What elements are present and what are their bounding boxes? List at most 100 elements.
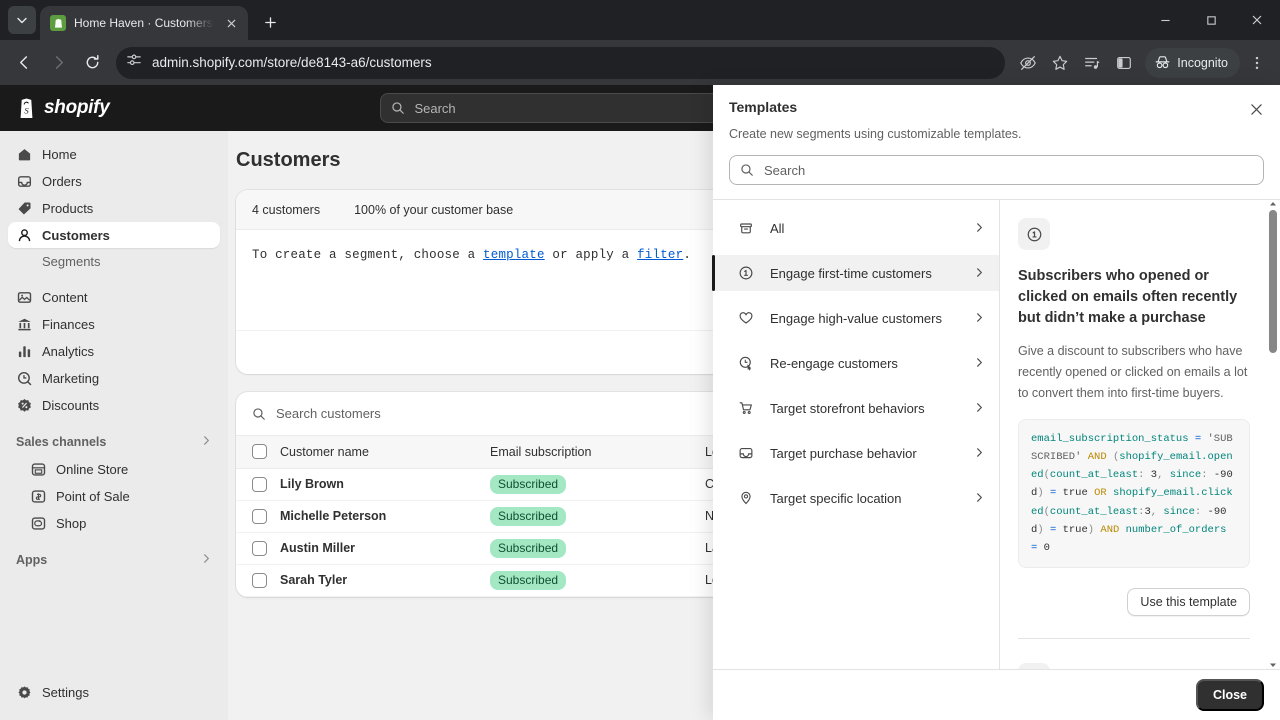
new-tab-button[interactable] bbox=[256, 8, 284, 36]
customer-count: 4 customers bbox=[252, 202, 321, 217]
sidebar-item-shop[interactable]: Shop bbox=[8, 510, 220, 536]
template-category-target-purchase-behavior[interactable]: Target purchase behavior bbox=[713, 435, 999, 471]
modal-title: Templates bbox=[729, 99, 798, 115]
heart-icon bbox=[737, 310, 754, 327]
reload-button[interactable] bbox=[76, 47, 108, 79]
back-button[interactable] bbox=[8, 47, 40, 79]
modal-footer: Close bbox=[713, 668, 1280, 720]
eye-slash-icon bbox=[1020, 55, 1037, 70]
forward-button bbox=[42, 47, 74, 79]
location-pin-icon bbox=[737, 490, 754, 507]
star-icon bbox=[1053, 55, 1068, 70]
column-customer-name[interactable]: Customer name bbox=[280, 436, 490, 469]
page-settings-icon[interactable] bbox=[126, 52, 142, 73]
select-all-cell[interactable] bbox=[236, 436, 280, 469]
status-badge: Subscribed bbox=[490, 538, 567, 558]
sidebar-item-label: Home bbox=[42, 146, 77, 162]
modal-close-icon-button[interactable] bbox=[1242, 95, 1270, 123]
sidebar-item-home[interactable]: Home bbox=[8, 141, 220, 167]
sidebar-item-label: Products bbox=[42, 200, 94, 216]
sidebar-item-finances[interactable]: Finances bbox=[8, 311, 220, 337]
template-link[interactable]: template bbox=[483, 248, 545, 262]
template-category-target-storefront-behaviors[interactable]: Target storefront behaviors bbox=[713, 390, 999, 426]
template-category-engage-high-value-customers[interactable]: Engage high-value customers bbox=[713, 300, 999, 336]
scroll-down-arrow[interactable] bbox=[1266, 658, 1280, 672]
cell-customer-name: Austin Miller bbox=[280, 532, 490, 565]
row-checkbox[interactable] bbox=[252, 572, 267, 588]
modal-subtitle: Create new segments using customizable t… bbox=[729, 127, 1022, 141]
modal-scrollbar-thumb[interactable] bbox=[1269, 210, 1277, 354]
three-dot-menu-icon bbox=[1255, 56, 1259, 69]
sidebar-item-marketing[interactable]: Marketing bbox=[8, 365, 220, 391]
browser-menu-button[interactable] bbox=[1242, 48, 1272, 78]
template-category-label: Re-engage customers bbox=[770, 355, 898, 371]
template-category-list: All Engage first-time customers Engage h… bbox=[712, 200, 1000, 669]
tab-search-button[interactable] bbox=[8, 6, 36, 34]
templates-modal: Templates Create new segments using cust… bbox=[712, 85, 1280, 720]
row-select-cell[interactable] bbox=[236, 532, 280, 565]
row-checkbox[interactable] bbox=[252, 508, 267, 524]
bookmark-button[interactable] bbox=[1045, 48, 1075, 78]
browser-tab[interactable]: Home Haven · Customers · Sho bbox=[40, 6, 248, 40]
template-category-re-engage-customers[interactable]: Re-engage customers bbox=[713, 345, 999, 381]
row-select-cell[interactable] bbox=[236, 468, 280, 501]
row-select-cell[interactable] bbox=[236, 500, 280, 533]
row-checkbox[interactable] bbox=[252, 540, 267, 556]
template-category-engage-first-time-customers[interactable]: Engage first-time customers bbox=[712, 255, 999, 292]
sidebar-item-segments[interactable]: Segments bbox=[8, 249, 220, 273]
sidebar-item-settings[interactable]: Settings bbox=[8, 679, 220, 705]
email-envelope-icon bbox=[1018, 662, 1050, 669]
browser-window: Home Haven · Customers · Sho bbox=[0, 0, 1280, 720]
incognito-indicator[interactable]: Incognito bbox=[1145, 47, 1240, 78]
template-detail-title: Subscribers who opened or clicked on ema… bbox=[1018, 268, 1238, 327]
template-category-all[interactable]: All bbox=[713, 210, 999, 246]
sidebar-group-label: Sales channels bbox=[16, 435, 107, 449]
use-this-template-button[interactable]: Use this template bbox=[1127, 587, 1250, 616]
sidebar-divider bbox=[8, 274, 220, 284]
chevron-right-icon bbox=[201, 553, 212, 567]
bank-icon bbox=[16, 316, 32, 332]
template-category-label: Target storefront behaviors bbox=[770, 400, 925, 416]
sidebar-item-analytics[interactable]: Analytics bbox=[8, 338, 220, 364]
modal-scrollbar[interactable] bbox=[1266, 197, 1280, 669]
target-cursor-icon bbox=[737, 355, 754, 372]
plus-icon bbox=[264, 16, 276, 28]
sidebar-item-orders[interactable]: Orders bbox=[8, 168, 220, 194]
sidebar-group-apps[interactable]: Apps bbox=[8, 546, 220, 574]
select-all-checkbox[interactable] bbox=[252, 444, 267, 460]
svg-text:S: S bbox=[24, 105, 29, 115]
sidebar-item-content[interactable]: Content bbox=[8, 284, 220, 310]
sidebar-item-customers[interactable]: Customers bbox=[8, 222, 220, 248]
sidebar-item-products[interactable]: Products bbox=[8, 195, 220, 221]
close-button[interactable]: Close bbox=[1195, 678, 1264, 711]
minimize-button[interactable] bbox=[1142, 0, 1188, 40]
column-email-subscription[interactable]: Email subscription bbox=[490, 436, 705, 469]
sidebar-item-online-store[interactable]: Online Store bbox=[8, 456, 220, 482]
forward-arrow-icon bbox=[55, 56, 63, 69]
shopping-cart-icon bbox=[737, 400, 754, 417]
sidebar-item-label: Point of Sale bbox=[56, 488, 130, 504]
shopify-wordmark: shopify bbox=[44, 97, 110, 118]
row-select-cell[interactable] bbox=[236, 564, 280, 597]
maximize-icon bbox=[1206, 15, 1216, 25]
window-close-button[interactable] bbox=[1234, 0, 1280, 40]
chevron-right-icon bbox=[974, 401, 985, 416]
reading-list-button[interactable] bbox=[1077, 48, 1107, 78]
shopify-logo[interactable]: S shopify bbox=[16, 97, 110, 120]
sidebar-item-label: Analytics bbox=[42, 343, 95, 359]
tracking-protection-button[interactable] bbox=[1013, 48, 1043, 78]
sidebar-item-discounts[interactable]: Discounts bbox=[8, 392, 220, 418]
filter-link[interactable]: filter bbox=[637, 248, 683, 262]
address-bar[interactable]: admin.shopify.com/store/de8143-a6/custom… bbox=[116, 46, 1006, 79]
template-search-input[interactable]: Search bbox=[729, 155, 1264, 186]
maximize-button[interactable] bbox=[1188, 0, 1234, 40]
reload-icon bbox=[86, 54, 98, 69]
scroll-up-arrow[interactable] bbox=[1266, 197, 1280, 211]
sidebar-group-sales-channels[interactable]: Sales channels bbox=[8, 428, 220, 456]
side-panel-button[interactable] bbox=[1109, 48, 1139, 78]
row-checkbox[interactable] bbox=[252, 476, 267, 492]
close-tab-button[interactable] bbox=[222, 14, 240, 32]
template-category-target-specific-location[interactable]: Target specific location bbox=[713, 480, 999, 516]
sidebar-item-point-of-sale[interactable]: Point of Sale bbox=[8, 483, 220, 509]
modal-body: All Engage first-time customers Engage h… bbox=[712, 197, 1280, 669]
